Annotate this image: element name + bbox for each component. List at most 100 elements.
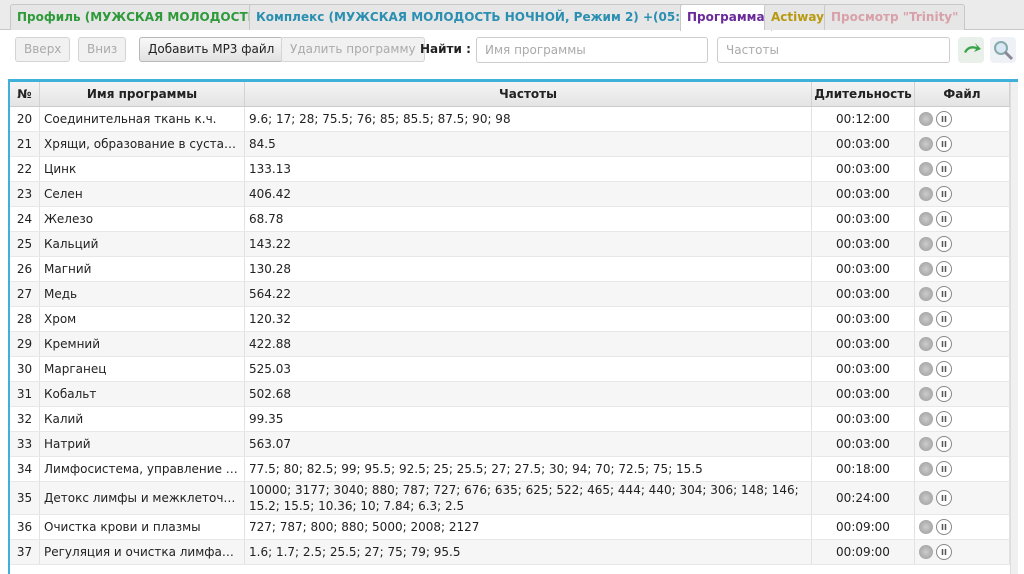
- pause-icon[interactable]: II: [936, 519, 952, 535]
- record-icon[interactable]: [919, 212, 933, 226]
- record-icon[interactable]: [919, 137, 933, 151]
- frequencies: 130.28: [245, 257, 812, 281]
- record-icon[interactable]: [919, 312, 933, 326]
- program-name: Лимфосистема, управление рег...: [40, 457, 245, 481]
- pause-icon[interactable]: II: [936, 490, 952, 506]
- row-number: 27: [10, 282, 40, 306]
- move-up-button[interactable]: Вверх: [15, 37, 71, 62]
- table-row[interactable]: 34 Лимфосистема, управление рег... 77.5;…: [10, 457, 1018, 482]
- record-icon[interactable]: [919, 187, 933, 201]
- table-row[interactable]: 21 Хрящи, образование в суставах 84.5 00…: [10, 132, 1018, 157]
- record-icon[interactable]: [919, 491, 933, 505]
- record-icon[interactable]: [919, 112, 933, 126]
- pause-icon[interactable]: II: [936, 436, 952, 452]
- pause-icon[interactable]: II: [936, 236, 952, 252]
- table-row[interactable]: 37 Регуляция и очистка лимфатиче... 1.6;…: [10, 540, 1018, 565]
- pause-icon[interactable]: II: [936, 186, 952, 202]
- tab-actiway[interactable]: Actiway: [764, 4, 831, 30]
- pause-icon[interactable]: II: [936, 211, 952, 227]
- pause-icon[interactable]: II: [936, 261, 952, 277]
- row-number: 21: [10, 132, 40, 156]
- tab-complex[interactable]: Комплекс (МУЖСКАЯ МОЛОДОСТЬ НОЧНОЙ, Режи…: [249, 4, 731, 30]
- pause-icon[interactable]: II: [936, 386, 952, 402]
- record-icon[interactable]: [919, 287, 933, 301]
- refresh-icon[interactable]: [958, 37, 984, 63]
- record-icon[interactable]: [919, 337, 933, 351]
- program-name: Натрий: [40, 432, 245, 456]
- file-controls: II: [915, 107, 1010, 131]
- pause-icon[interactable]: II: [936, 336, 952, 352]
- table-row[interactable]: 29 Кремний 422.88 00:03:00 II: [10, 332, 1018, 357]
- frequencies: 406.42: [245, 182, 812, 206]
- file-controls: II: [915, 332, 1010, 356]
- pause-icon[interactable]: II: [936, 136, 952, 152]
- program-name-text: Регуляция и очистка лимфатиче...: [44, 545, 240, 559]
- toolbar: Вверх Вниз Добавить MP3 файл Удалить про…: [0, 31, 1024, 75]
- pause-icon[interactable]: II: [936, 111, 952, 127]
- table-row[interactable]: 23 Селен 406.42 00:03:00 II: [10, 182, 1018, 207]
- table-row[interactable]: 25 Кальций 143.22 00:03:00 II: [10, 232, 1018, 257]
- header-duration[interactable]: Длительность: [812, 82, 915, 106]
- row-number: 23: [10, 182, 40, 206]
- table-row[interactable]: 31 Кобальт 502.68 00:03:00 II: [10, 382, 1018, 407]
- add-mp3-button[interactable]: Добавить MP3 файл: [139, 37, 284, 62]
- vertical-scrollbar[interactable]: [1010, 82, 1018, 574]
- table-row[interactable]: 27 Медь 564.22 00:03:00 II: [10, 282, 1018, 307]
- record-icon[interactable]: [919, 237, 933, 251]
- table-row[interactable]: 26 Магний 130.28 00:03:00 II: [10, 257, 1018, 282]
- row-number: 26: [10, 257, 40, 281]
- table-row[interactable]: 33 Натрий 563.07 00:03:00 II: [10, 432, 1018, 457]
- record-icon[interactable]: [919, 545, 933, 559]
- frequencies: 77.5; 80; 82.5; 99; 95.5; 92.5; 25; 25.5…: [245, 457, 812, 481]
- frequency-search-input[interactable]: [717, 37, 950, 63]
- header-name[interactable]: Имя программы: [40, 82, 245, 106]
- table-row[interactable]: 20 Соединительная ткань к.ч. 9.6; 17; 28…: [10, 107, 1018, 132]
- header-number[interactable]: №: [10, 82, 40, 106]
- tab-profile[interactable]: Профиль (МУЖСКАЯ МОЛОДОСТЬ): [10, 4, 270, 30]
- record-icon[interactable]: [919, 262, 933, 276]
- duration: 00:03:00: [812, 307, 915, 331]
- pause-icon[interactable]: II: [936, 411, 952, 427]
- row-number: 31: [10, 382, 40, 406]
- record-icon[interactable]: [919, 520, 933, 534]
- duration: 00:03:00: [812, 257, 915, 281]
- program-name-text: Хрящи, образование в суставах: [44, 137, 240, 151]
- program-table: № Имя программы Частоты Длительность Фай…: [8, 79, 1018, 574]
- delete-program-button[interactable]: Удалить программу: [281, 37, 425, 62]
- search-icon[interactable]: [990, 37, 1016, 63]
- header-file[interactable]: Файл: [915, 82, 1010, 106]
- record-icon[interactable]: [919, 412, 933, 426]
- pause-icon[interactable]: II: [936, 161, 952, 177]
- pause-icon[interactable]: II: [936, 544, 952, 560]
- move-down-button[interactable]: Вниз: [78, 37, 127, 62]
- program-name: Хрящи, образование в суставах: [40, 132, 245, 156]
- record-icon[interactable]: [919, 437, 933, 451]
- pause-icon[interactable]: II: [936, 461, 952, 477]
- pause-icon[interactable]: II: [936, 311, 952, 327]
- frequencies: 564.22: [245, 282, 812, 306]
- table-row[interactable]: 35 Детокс лимфы и межклеточног... 10000;…: [10, 482, 1018, 515]
- tab-trinity[interactable]: Просмотр "Trinity": [824, 4, 966, 30]
- pause-icon[interactable]: II: [936, 286, 952, 302]
- duration: 00:03:00: [812, 132, 915, 156]
- record-icon[interactable]: [919, 387, 933, 401]
- tab-program[interactable]: Программа: [680, 4, 772, 31]
- table-row[interactable]: 32 Калий 99.35 00:03:00 II: [10, 407, 1018, 432]
- table-row[interactable]: 22 Цинк 133.13 00:03:00 II: [10, 157, 1018, 182]
- program-name-text: Кальций: [44, 237, 99, 251]
- program-name-text: Селен: [44, 187, 83, 201]
- record-icon[interactable]: [919, 362, 933, 376]
- table-row[interactable]: 30 Марганец 525.03 00:03:00 II: [10, 357, 1018, 382]
- table-row[interactable]: 36 Очистка крови и плазмы 727; 787; 800;…: [10, 515, 1018, 540]
- pause-icon[interactable]: II: [936, 361, 952, 377]
- program-name-text: Очистка крови и плазмы: [44, 520, 201, 534]
- row-number: 36: [10, 515, 40, 539]
- record-icon[interactable]: [919, 462, 933, 476]
- header-frequencies[interactable]: Частоты: [245, 82, 812, 106]
- table-row[interactable]: 24 Железо 68.78 00:03:00 II: [10, 207, 1018, 232]
- record-icon[interactable]: [919, 162, 933, 176]
- file-controls: II: [915, 282, 1010, 306]
- row-number: 20: [10, 107, 40, 131]
- program-name-search-input[interactable]: [476, 37, 708, 63]
- table-row[interactable]: 28 Хром 120.32 00:03:00 II: [10, 307, 1018, 332]
